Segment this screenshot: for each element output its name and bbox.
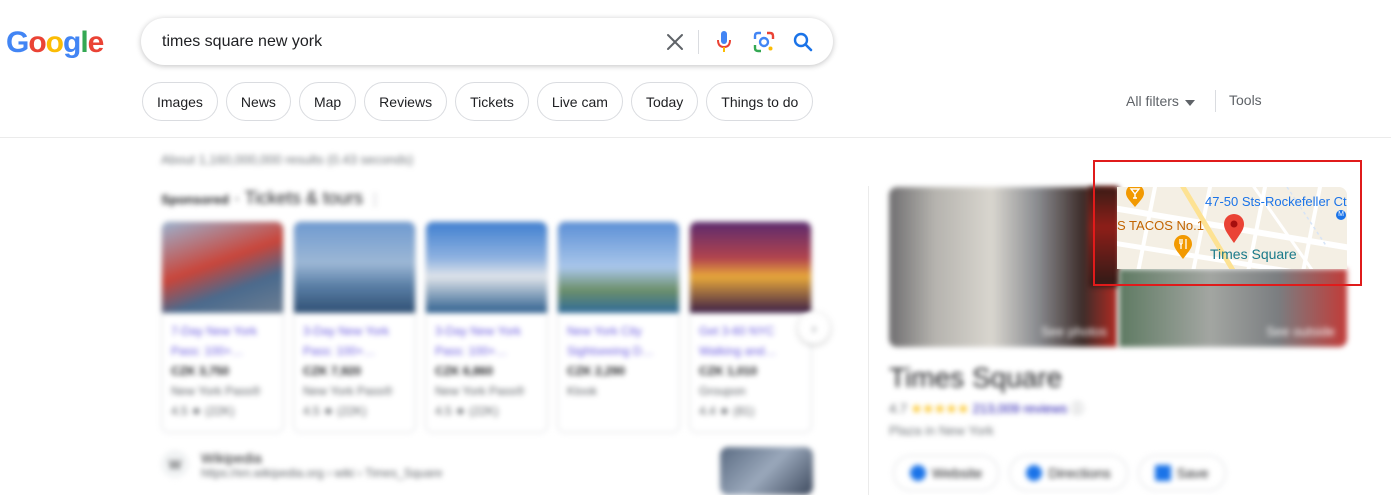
header-divider bbox=[0, 137, 1391, 138]
panel-rating: 4.7 ★★★★★ 213,009 reviews ⓘ bbox=[889, 398, 1084, 417]
sponsored-header: Sponsored · Tickets & tours ⋮ bbox=[161, 188, 382, 208]
card-image bbox=[426, 222, 547, 313]
all-filters-label: All filters bbox=[1126, 93, 1179, 109]
card-title: New York City Sightseeing D… bbox=[567, 324, 654, 358]
close-icon[interactable] bbox=[663, 30, 687, 54]
card-rating: 4.4 ★ (81) bbox=[699, 404, 755, 418]
card-title: Get 3-60 NYC Walking and… bbox=[699, 324, 777, 358]
card-source: Klook bbox=[567, 384, 598, 398]
card-price: CZK 2,290 bbox=[567, 364, 626, 378]
ticket-card[interactable]: New York City Sightseeing D… CZK 2,290 K… bbox=[557, 221, 680, 433]
rating-stars: ★★★★★ bbox=[910, 401, 969, 416]
filter-divider bbox=[1215, 90, 1216, 112]
card-source: New York Pass® bbox=[171, 384, 261, 398]
search-box bbox=[141, 18, 833, 65]
card-source: Groupon bbox=[699, 384, 746, 398]
ticket-card[interactable]: 3-Day New York Pass: 100+… CZK 7,920 New… bbox=[293, 221, 416, 433]
lens-icon[interactable] bbox=[752, 30, 776, 54]
ticket-card[interactable]: 3-Day New York Pass: 100+… CZK 6,860 New… bbox=[425, 221, 548, 433]
card-price: CZK 7,920 bbox=[303, 364, 362, 378]
card-rating: 4.5 ★ (22K) bbox=[171, 404, 235, 418]
result-stats: About 1,160,000,000 results (0.43 second… bbox=[161, 152, 414, 167]
sponsored-cards: 7-Day New York Pass: 100+… CZK 3,750 New… bbox=[161, 221, 812, 433]
globe-icon bbox=[910, 465, 926, 481]
wikipedia-icon: W bbox=[161, 450, 189, 478]
search-chips: Images News Map Reviews Tickets Live cam… bbox=[142, 82, 814, 121]
card-image bbox=[558, 222, 679, 313]
directions-icon bbox=[1026, 465, 1043, 481]
card-rating: 4.5 ★ (22K) bbox=[435, 404, 499, 418]
panel-actions: Website Directions Save bbox=[893, 455, 1226, 491]
chip-reviews[interactable]: Reviews bbox=[364, 82, 448, 121]
reviews-link[interactable]: 213,009 reviews bbox=[973, 401, 1068, 416]
chevron-right-icon: › bbox=[811, 320, 817, 336]
save-button[interactable]: Save bbox=[1137, 455, 1226, 491]
map-label-rockefeller: 47-50 Sts-Rockefeller Ctr bbox=[1205, 194, 1347, 209]
search-divider bbox=[698, 30, 699, 54]
ticket-card[interactable]: 7-Day New York Pass: 100+… CZK 3,750 New… bbox=[161, 221, 284, 433]
sponsored-label: Sponsored bbox=[161, 192, 229, 207]
wikipedia-thumbnail[interactable] bbox=[720, 447, 813, 495]
result-site-name: Wikipedia bbox=[201, 450, 262, 466]
card-title: 3-Day New York Pass: 100+… bbox=[435, 324, 522, 358]
card-title: 3-Day New York Pass: 100+… bbox=[303, 324, 390, 358]
save-label: Save bbox=[1176, 465, 1209, 481]
see-photos-label: See photos bbox=[1041, 324, 1107, 339]
panel-title: Times Square bbox=[889, 362, 1063, 393]
card-price: CZK 6,860 bbox=[435, 364, 494, 378]
card-image bbox=[162, 222, 283, 313]
directions-label: Directions bbox=[1048, 465, 1111, 481]
street-view-photo[interactable]: See outside bbox=[1119, 269, 1347, 347]
chip-images[interactable]: Images bbox=[142, 82, 218, 121]
card-source: New York Pass® bbox=[435, 384, 525, 398]
directions-button[interactable]: Directions bbox=[1009, 455, 1128, 491]
rating-value: 4.7 bbox=[889, 401, 908, 416]
ticket-card[interactable]: Get 3-60 NYC Walking and… CZK 1,010 Grou… bbox=[689, 221, 812, 433]
panel-type: Plaza in New York bbox=[889, 423, 994, 438]
google-logo[interactable]: Google bbox=[6, 26, 104, 60]
map-thumbnail[interactable]: 47-50 Sts-Rockefeller Ctr M S TACOS No.1… bbox=[1117, 187, 1347, 269]
card-source: New York Pass® bbox=[303, 384, 393, 398]
map-label-times-square: Times Square bbox=[1210, 246, 1297, 262]
info-icon[interactable]: ⓘ bbox=[1071, 401, 1084, 416]
chip-news[interactable]: News bbox=[225, 82, 291, 121]
times-square-photo[interactable]: See photos bbox=[889, 187, 1117, 347]
wikipedia-result[interactable]: W Wikipedia https://en.wikipedia.org › w… bbox=[161, 450, 442, 480]
website-label: Website bbox=[932, 465, 983, 481]
search-input[interactable] bbox=[162, 32, 642, 51]
card-price: CZK 1,010 bbox=[699, 364, 758, 378]
caret-down-icon bbox=[1184, 93, 1195, 109]
chip-live-cam[interactable]: Live cam bbox=[536, 82, 623, 121]
card-image bbox=[690, 222, 811, 313]
card-title: 7-Day New York Pass: 100+… bbox=[171, 324, 258, 358]
tools-button[interactable]: Tools bbox=[1229, 92, 1262, 108]
search-icon[interactable] bbox=[791, 30, 815, 54]
chip-tickets[interactable]: Tickets bbox=[455, 82, 529, 121]
column-divider bbox=[868, 186, 869, 495]
bookmark-icon bbox=[1154, 465, 1171, 481]
carousel-next-button[interactable]: › bbox=[798, 312, 830, 344]
all-filters-button[interactable]: All filters bbox=[1126, 93, 1195, 109]
see-outside-label: See outside bbox=[1266, 324, 1335, 339]
photo-strip bbox=[1089, 187, 1119, 287]
chip-things-to-do[interactable]: Things to do bbox=[706, 82, 814, 121]
result-url: https://en.wikipedia.org › wiki › Times_… bbox=[201, 466, 443, 480]
subway-icon: M bbox=[1336, 210, 1346, 220]
website-button[interactable]: Website bbox=[893, 455, 1000, 491]
mic-icon[interactable] bbox=[712, 30, 736, 54]
chip-today[interactable]: Today bbox=[630, 82, 699, 121]
chip-map[interactable]: Map bbox=[298, 82, 357, 121]
map-label-tacos: S TACOS No.1 bbox=[1117, 218, 1204, 233]
card-image bbox=[294, 222, 415, 313]
card-rating: 4.5 ★ (22K) bbox=[303, 404, 367, 418]
sponsored-title: Tickets & tours bbox=[244, 188, 363, 208]
card-price: CZK 3,750 bbox=[171, 364, 230, 378]
